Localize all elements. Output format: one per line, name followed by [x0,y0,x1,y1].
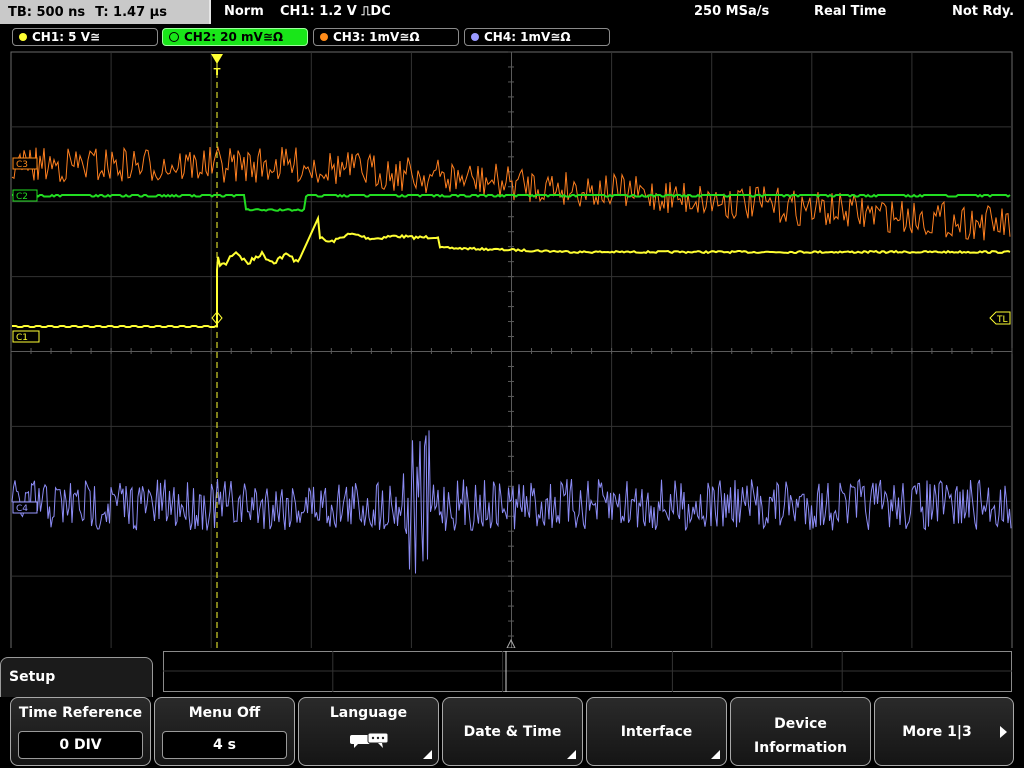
sample-rate: 250 MSa/s [694,4,770,19]
ch1-offset-marker[interactable]: C1 [12,330,40,343]
ch4-marker-label: C4 [16,504,28,514]
ch3-label: CH3: 1mV≅Ω [333,30,420,44]
interface-submenu-indicator-icon [711,750,720,759]
waveform-display[interactable]: T C3 C2 C1 C4 TL [0,48,1024,648]
language-submenu-indicator-icon [423,750,432,759]
menu-off-button[interactable]: Menu Off 4 s [154,697,295,766]
ch3-color-dot [320,33,328,41]
menu-off-value[interactable]: 4 s [162,731,287,759]
interface-label: Interface [620,724,693,740]
ch4-label: CH4: 1mV≅Ω [484,30,571,44]
channel-tab-ch4[interactable]: CH4: 1mV≅Ω [464,28,610,46]
ch2-offset-marker[interactable]: C2 [12,189,38,202]
ch1-color-dot [19,33,27,41]
ch4-color-dot [471,33,479,41]
channel-tab-ch2[interactable]: CH2: 20 mV≅Ω [162,28,308,46]
interface-button[interactable]: Interface [586,697,727,766]
more-button[interactable]: More 1|3 [874,697,1014,766]
trigger-time-value: T: 1.47 µs [95,4,167,20]
channel-tab-ch3[interactable]: CH3: 1mV≅Ω [313,28,459,46]
trigger-level-label: TL [996,315,1008,325]
device-information-button[interactable]: Device Information [730,697,871,766]
acquisition-state: Not Rdy. [952,4,1015,19]
ch3-offset-marker[interactable]: C3 [12,157,38,170]
time-reference-label: Time Reference [18,705,143,721]
date-time-button[interactable]: Date & Time [442,697,583,766]
timebase-box[interactable]: TB: 500 ns T: 1.47 µs [0,0,211,24]
more-arrow-icon [1000,726,1007,738]
channel-tab-ch1[interactable]: CH1: 5 V≅ [12,28,158,46]
trigger-mode[interactable]: Norm [224,4,264,19]
ch4-offset-marker[interactable]: C4 [12,501,38,514]
more-label: More 1|3 [902,724,972,740]
ch3-marker-label: C3 [16,160,28,170]
trigger-position-label: T [214,67,221,78]
time-reference-value[interactable]: 0 DIV [18,731,143,759]
ch2-color-dot [169,32,179,42]
device-information-line2: Information [754,740,847,756]
ch1-label: CH1: 5 V≅ [32,30,101,44]
menu-off-label: Menu Off [188,705,261,721]
overview-strip[interactable] [163,651,1012,692]
date-time-label: Date & Time [463,724,562,740]
language-button[interactable]: Language [298,697,439,766]
time-reference-button[interactable]: Time Reference 0 DIV [10,697,151,766]
ch2-marker-label: C2 [16,192,28,202]
speech-bubbles-icon [349,732,388,748]
trigger-setting[interactable]: CH1: 1.2 V ⎍DC [280,4,391,19]
menu-title-setup: Setup [0,657,153,697]
date-time-submenu-indicator-icon [567,750,576,759]
language-label: Language [329,705,408,721]
acquisition-mode: Real Time [814,4,887,19]
ch1-marker-label: C1 [16,333,28,343]
ch2-label: CH2: 20 mV≅Ω [184,30,284,44]
status-bar: TB: 500 ns T: 1.47 µs Norm CH1: 1.2 V ⎍D… [0,0,1024,27]
timebase-value: TB: 500 ns [8,4,86,20]
device-information-line1: Device [774,716,827,732]
